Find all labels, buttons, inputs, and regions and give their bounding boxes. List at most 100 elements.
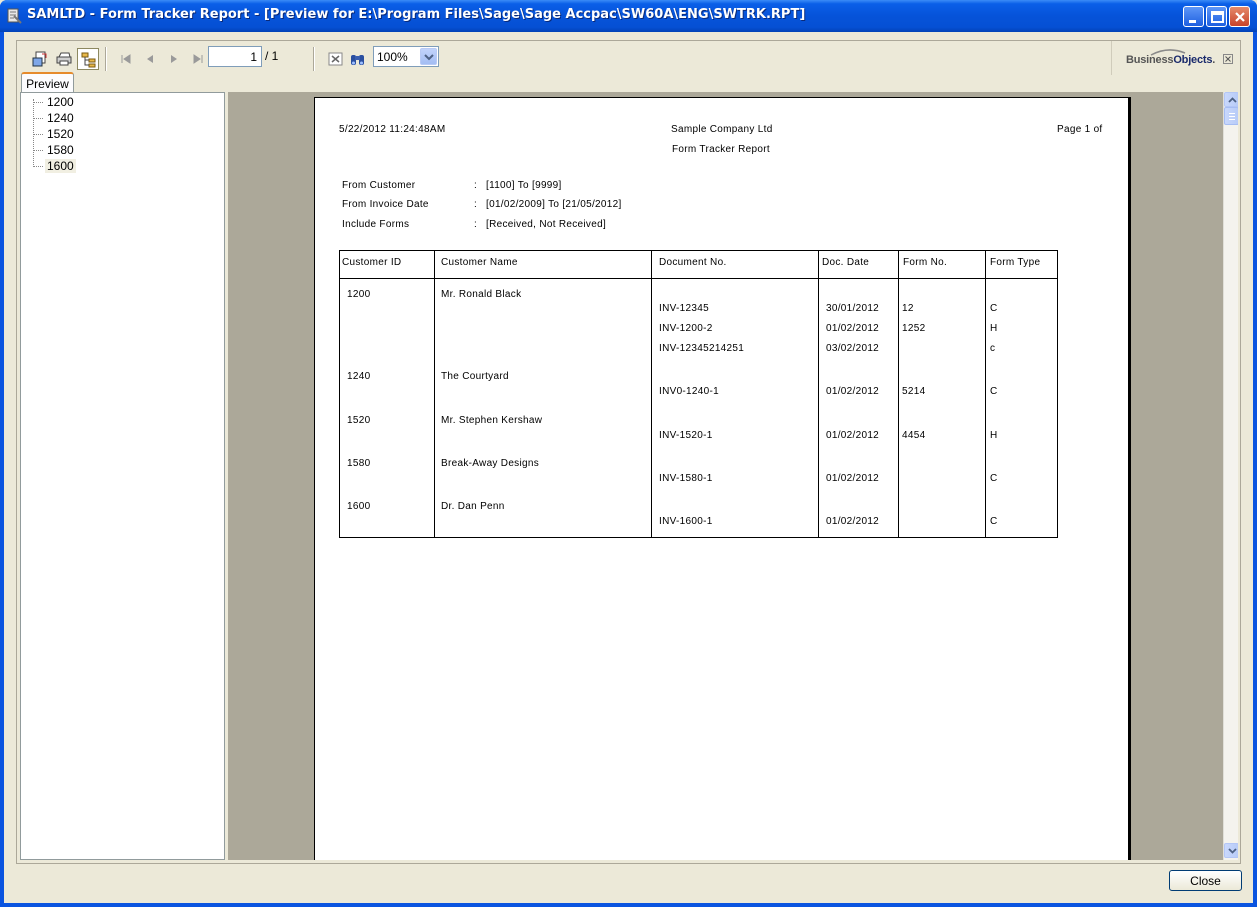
stop-icon (328, 52, 343, 66)
close-window-button[interactable] (1229, 6, 1250, 27)
previous-page-button[interactable] (139, 48, 161, 70)
doc-date: 01/02/2012 (826, 430, 880, 441)
criteria-sep: : (474, 219, 478, 230)
report-viewer: 1 / 1 100% BusinessObjects. Preview 1200… (16, 40, 1241, 864)
form-type: C (990, 473, 998, 484)
zoom-select[interactable]: 100% (373, 46, 439, 67)
column-header: Customer Name (441, 257, 518, 268)
customer-id: 1240 (347, 371, 371, 382)
doc-date: 01/02/2012 (826, 516, 880, 527)
criteria-sep: : (474, 199, 478, 210)
customer-id: 1200 (347, 289, 371, 300)
form-type: C (990, 303, 998, 314)
document-no: INV-1580-1 (659, 473, 713, 484)
scroll-thumb[interactable] (1224, 107, 1238, 125)
minimize-icon (1189, 20, 1196, 23)
binoculars-icon (351, 55, 364, 65)
column-header: Form Type (990, 257, 1041, 268)
tab-preview[interactable]: Preview (21, 72, 74, 93)
last-page-button[interactable] (187, 48, 209, 70)
scroll-up-button[interactable] (1224, 92, 1238, 107)
customer-name: The Courtyard (441, 371, 509, 382)
criteria-value: [1100] To [9999] (486, 180, 562, 191)
print-button[interactable] (53, 48, 75, 70)
tree-item-label: 1600 (45, 159, 76, 173)
toolbar-separator (313, 47, 315, 71)
title-bar[interactable]: SAMLTD - Form Tracker Report - [Preview … (0, 0, 1257, 32)
customer-id: 1580 (347, 458, 371, 469)
report-preview[interactable]: 5/22/2012 11:24:48AM Sample Company Ltd … (228, 92, 1238, 860)
form-type: C (990, 386, 998, 397)
doc-date: 01/02/2012 (826, 473, 880, 484)
form-type: C (990, 516, 998, 527)
column-header: Document No. (659, 257, 727, 268)
chevron-down-icon (1228, 848, 1237, 854)
chevron-up-icon (1228, 97, 1237, 103)
document-no: INV0-1240-1 (659, 386, 719, 397)
printer-icon (56, 52, 72, 66)
column-header: Doc. Date (822, 257, 870, 268)
criteria-value: [01/02/2009] To [21/05/2012] (486, 199, 622, 210)
doc-date: 03/02/2012 (826, 343, 880, 354)
close-button[interactable]: Close (1169, 870, 1242, 891)
app-icon[interactable] (6, 8, 22, 24)
previous-page-icon (147, 55, 153, 63)
report-company: Sample Company Ltd (671, 124, 773, 135)
table-divider (434, 251, 435, 537)
toolbar-separator (105, 47, 107, 71)
customer-name: Mr. Stephen Kershaw (441, 415, 543, 426)
doc-date: 01/02/2012 (826, 323, 880, 334)
column-header: Customer ID (342, 257, 402, 268)
page-total: / 1 (265, 49, 279, 63)
tree-item-label: 1200 (47, 95, 74, 109)
report-title: Form Tracker Report (672, 144, 770, 155)
table-divider (985, 251, 986, 537)
window-title: SAMLTD - Form Tracker Report - [Preview … (27, 7, 806, 22)
application-window: SAMLTD - Form Tracker Report - [Preview … (0, 0, 1257, 907)
zoom-value: 100% (377, 50, 408, 64)
tree-item-label: 1580 (47, 143, 74, 157)
next-page-button[interactable] (163, 48, 185, 70)
document-no: INV-12345 (659, 303, 709, 314)
first-page-button[interactable] (115, 48, 137, 70)
vertical-scrollbar[interactable] (1223, 92, 1238, 860)
next-page-icon (171, 55, 177, 63)
viewer-toolbar: 1 / 1 100% BusinessObjects. (17, 41, 1240, 75)
form-no: 4454 (902, 430, 926, 441)
toggle-group-tree-button[interactable] (77, 48, 99, 70)
customer-name: Mr. Ronald Black (441, 289, 522, 300)
group-tree: 1200 1240 1520 1580 1600 (20, 92, 225, 860)
search-text-button[interactable] (347, 48, 369, 70)
form-type: H (990, 323, 998, 334)
document-no: INV-1200-2 (659, 323, 713, 334)
tree-item-label: 1520 (47, 127, 74, 141)
criteria-label: From Invoice Date (342, 199, 429, 210)
report-page-label: Page 1 of (1057, 124, 1103, 135)
export-button[interactable] (29, 48, 51, 70)
document-no: INV-1600-1 (659, 516, 713, 527)
form-no: 5214 (902, 386, 926, 397)
scroll-down-button[interactable] (1224, 843, 1238, 858)
close-icon[interactable] (1223, 54, 1233, 64)
criteria-label: Include Forms (342, 219, 410, 230)
page-number-input[interactable]: 1 (208, 46, 262, 67)
form-no: 12 (902, 303, 914, 314)
table-divider (818, 251, 819, 537)
doc-date: 30/01/2012 (826, 303, 880, 314)
customer-id: 1600 (347, 501, 371, 512)
customer-name: Break-Away Designs (441, 458, 540, 469)
maximize-icon (1211, 11, 1224, 23)
form-no: 1252 (902, 323, 926, 334)
brand-tm: . (1212, 54, 1216, 66)
group-tree-icon (81, 52, 96, 68)
report-timestamp: 5/22/2012 11:24:48AM (339, 124, 446, 135)
minimize-button[interactable] (1183, 6, 1204, 27)
criteria-value: [Received, Not Received] (486, 219, 607, 230)
first-page-icon (121, 54, 131, 64)
stop-loading-button[interactable] (325, 48, 347, 70)
maximize-button[interactable] (1206, 6, 1227, 27)
document-no: INV-12345214251 (659, 343, 745, 354)
zoom-dropdown-button[interactable] (420, 48, 437, 65)
form-type: c (990, 343, 996, 354)
doc-date: 01/02/2012 (826, 386, 880, 397)
